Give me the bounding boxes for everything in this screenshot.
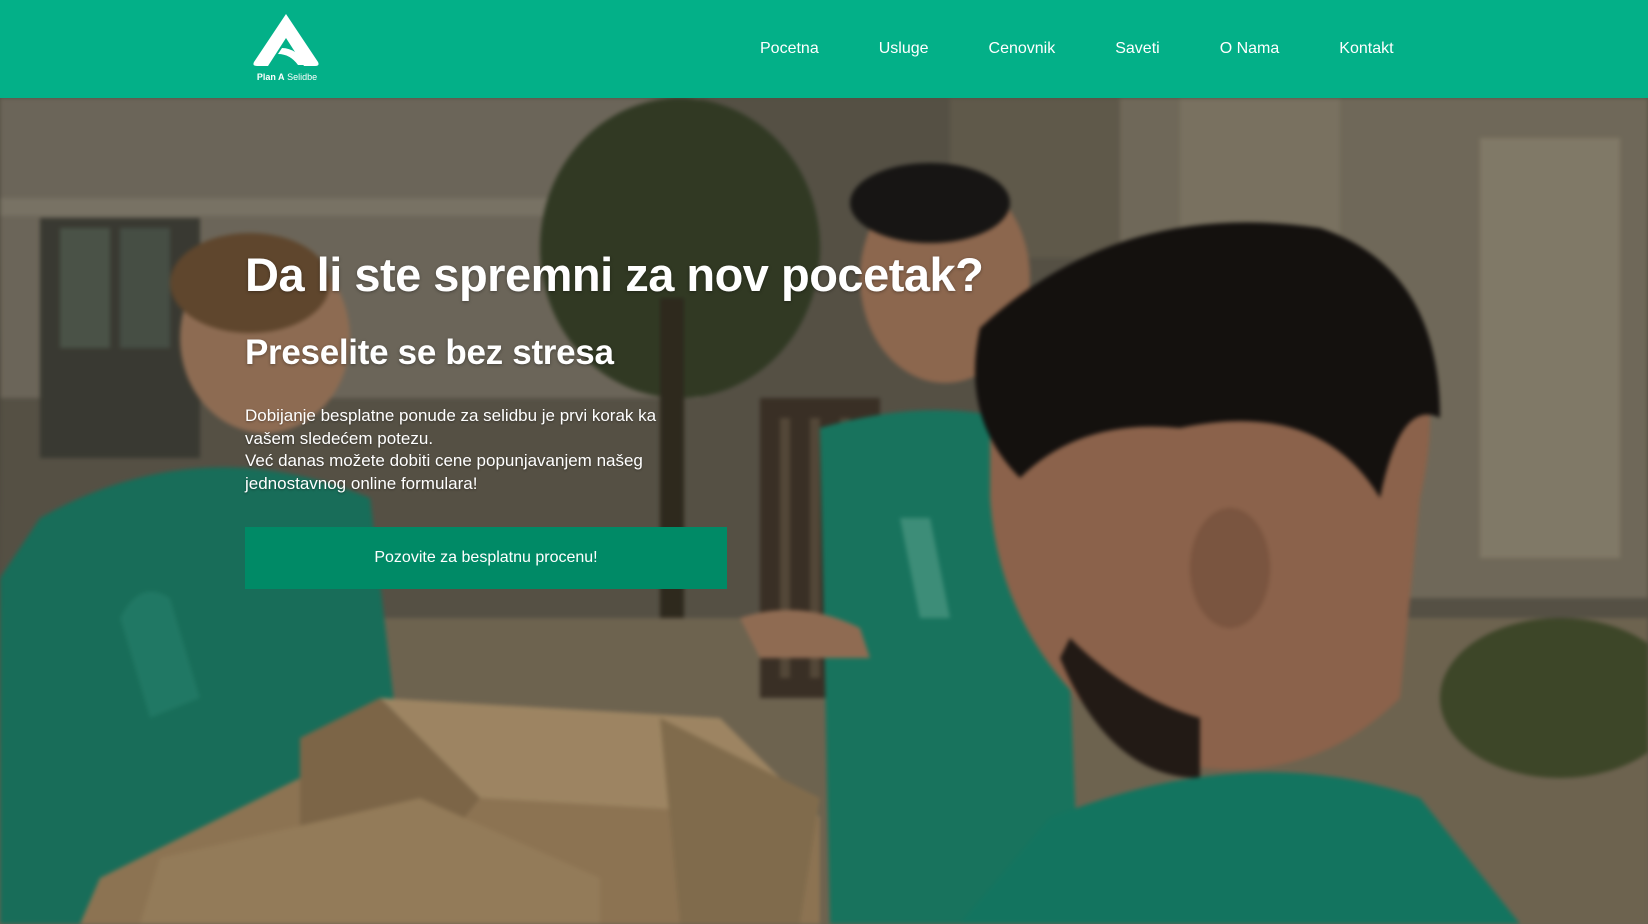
hero-content: Da li ste spremni za nov pocetak? Presel… bbox=[245, 248, 1005, 590]
main-nav: Pocetna Usluge Cenovnik Saveti O Nama Ko… bbox=[760, 0, 1394, 98]
site-header: Plan A Selidbe Pocetna Usluge Cenovnik S… bbox=[0, 0, 1648, 98]
nav-item-usluge[interactable]: Usluge bbox=[879, 40, 929, 58]
plan-a-logo-icon bbox=[253, 14, 319, 66]
free-estimate-button[interactable]: Pozovite za besplatnu procenu! bbox=[245, 527, 727, 590]
hero-title: Da li ste spremni za nov pocetak? bbox=[245, 248, 984, 301]
hero-paragraph-line-1: Dobijanje besplatne ponude za selidbu je… bbox=[245, 406, 657, 448]
brand-name-light: Selidbe bbox=[287, 72, 318, 82]
hero-paragraph: Dobijanje besplatne ponude za selidbu je… bbox=[245, 405, 665, 495]
hero-paragraph-line-2: Već danas možete dobiti cene popunjavanj… bbox=[245, 451, 643, 493]
hero-section: Da li ste spremni za nov pocetak? Presel… bbox=[0, 98, 1648, 924]
nav-item-saveti[interactable]: Saveti bbox=[1115, 40, 1159, 58]
nav-item-pocetna[interactable]: Pocetna bbox=[760, 40, 819, 58]
hero-subtitle: Preselite se bez stresa bbox=[245, 333, 614, 373]
logo-text: Plan A Selidbe bbox=[246, 72, 328, 82]
nav-item-kontakt[interactable]: Kontakt bbox=[1339, 40, 1393, 58]
logo-link[interactable]: Plan A Selidbe bbox=[246, 10, 326, 86]
nav-item-o-nama[interactable]: O Nama bbox=[1220, 40, 1280, 58]
brand-name-bold: Plan A bbox=[256, 72, 285, 82]
nav-item-cenovnik[interactable]: Cenovnik bbox=[989, 40, 1056, 58]
